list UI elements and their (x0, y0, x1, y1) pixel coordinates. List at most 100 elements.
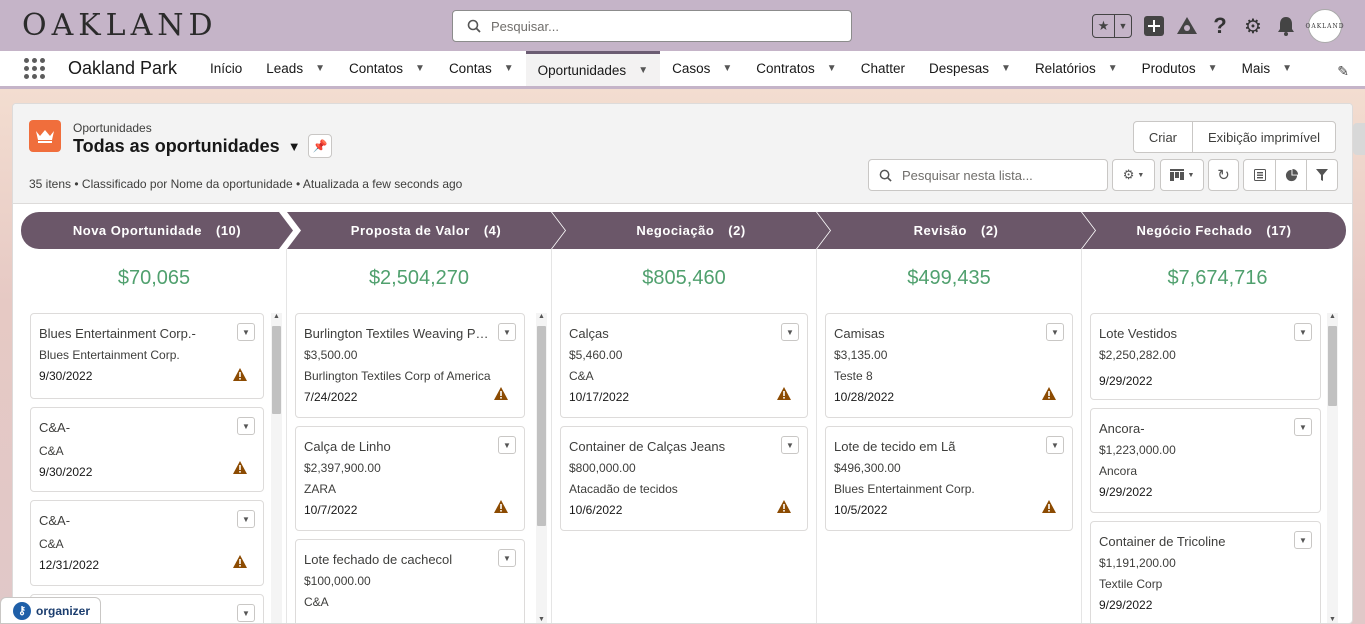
nav-item-relatorios[interactable]: Relatórios ▼ (1023, 51, 1130, 86)
chevron-down-icon[interactable]: ▼ (1046, 436, 1064, 454)
user-avatar[interactable]: OAKLAND (1305, 9, 1344, 43)
trailhead-icon[interactable] (1176, 15, 1198, 37)
nav-item-contratos[interactable]: Contratos ▼ (744, 51, 848, 86)
chevron-down-icon[interactable]: ▼ (237, 323, 255, 341)
stage-header[interactable]: Revisão (2) (817, 212, 1095, 249)
side-panel-handle[interactable] (1353, 123, 1365, 155)
column-scrollbar[interactable]: ▲ ▼ (536, 313, 547, 623)
card-title[interactable]: Lote de tecido em Lã (834, 439, 1019, 454)
opportunity-card[interactable]: Lote Vestidos $2,250,282.00 9/29/2022 ▼ (1090, 313, 1321, 400)
opportunity-card[interactable]: Burlington Textiles Weaving Pla... $3,50… (295, 313, 525, 418)
scroll-thumb[interactable] (1328, 326, 1337, 406)
scroll-up-icon[interactable]: ▲ (271, 313, 282, 320)
card-title[interactable]: Calças (569, 326, 754, 341)
opportunity-card[interactable]: Container de Tricoline $1,191,200.00 Tex… (1090, 521, 1321, 623)
card-title[interactable]: Calça de Linho (304, 439, 489, 454)
chart-pie-icon[interactable] (1275, 160, 1306, 190)
card-title[interactable]: C&A- (39, 513, 224, 528)
chevron-down-icon[interactable]: ▼ (498, 549, 516, 567)
stage-header[interactable]: Negócio Fechado (17) (1082, 212, 1346, 249)
app-launcher-icon[interactable] (24, 57, 46, 80)
chevron-down-icon[interactable]: ▼ (781, 436, 799, 454)
nav-item-inicio[interactable]: Início (198, 51, 254, 86)
opportunity-card[interactable]: Calças $5,460.00 C&A 10/17/2022 ▼ (560, 313, 808, 418)
caret-down-icon[interactable]: ▼ (288, 139, 301, 154)
stage-header[interactable]: Negociação (2) (552, 212, 830, 249)
favorites-button[interactable]: ★ ▼ (1092, 14, 1132, 38)
opportunity-card[interactable]: Container de Calças Jeans $800,000.00 At… (560, 426, 808, 531)
chevron-down-icon[interactable]: ▼ (1001, 63, 1011, 74)
card-title[interactable]: Camisas (834, 326, 1019, 341)
nav-item-contatos[interactable]: Contatos ▼ (337, 51, 437, 86)
scroll-down-icon[interactable]: ▼ (1327, 616, 1338, 623)
opportunity-card[interactable]: C&A- C&A 12/31/2022 ▼ (30, 500, 264, 586)
opportunity-card[interactable]: Camisas $3,135.00 Teste 8 10/28/2022 ▼ (825, 313, 1073, 418)
chevron-down-icon[interactable]: ▼ (1294, 418, 1312, 436)
caret-down-icon[interactable]: ▼ (1282, 63, 1292, 74)
opportunity-card[interactable]: Lote fechado de cachecol $100,000.00 C&A… (295, 539, 525, 623)
chevron-down-icon[interactable]: ▼ (237, 510, 255, 528)
chevron-down-icon[interactable]: ▼ (1294, 531, 1312, 549)
chevron-down-icon[interactable]: ▼ (722, 63, 732, 74)
org-logo[interactable]: OAKLAND (22, 8, 218, 43)
list-details-icon[interactable] (1244, 160, 1275, 190)
chevron-down-icon[interactable]: ▼ (237, 604, 255, 622)
nav-item-leads[interactable]: Leads ▼ (254, 51, 337, 86)
stage-header[interactable]: Proposta de Valor (4) (287, 212, 565, 249)
opportunity-card[interactable]: Blues Entertainment Corp.- Blues Enterta… (30, 313, 264, 399)
chevron-down-icon[interactable]: ▼ (1046, 323, 1064, 341)
chevron-down-icon[interactable]: ▼ (237, 417, 255, 435)
opportunity-card[interactable]: C&A- C&A 9/30/2022 ▼ (30, 407, 264, 492)
filter-icon[interactable] (1306, 160, 1337, 190)
nav-item-casos[interactable]: Casos ▼ (660, 51, 744, 86)
help-icon[interactable]: ? (1209, 13, 1231, 38)
chevron-down-icon[interactable]: ▼ (504, 63, 514, 74)
chevron-down-icon[interactable]: ▼ (1114, 15, 1131, 37)
column-scrollbar[interactable]: ▲ ▼ (1327, 313, 1338, 623)
gear-icon[interactable]: ⚙ (1242, 15, 1264, 38)
card-title[interactable]: Lote fechado de cachecol (304, 552, 489, 567)
edit-nav-pencil-icon[interactable]: ✎ (1337, 63, 1349, 80)
card-title[interactable]: Burlington Textiles Weaving Pla... (304, 326, 489, 341)
opportunity-card[interactable]: Calça de Linho $2,397,900.00 ZARA 10/7/2… (295, 426, 525, 531)
chevron-down-icon[interactable]: ▼ (315, 63, 325, 74)
card-title[interactable]: Blues Entertainment Corp.- (39, 326, 224, 341)
card-title[interactable]: Lote Vestidos (1099, 326, 1284, 341)
column-scrollbar[interactable]: ▲ (271, 313, 282, 623)
opportunity-card[interactable]: Lote de tecido em Lã $496,300.00 Blues E… (825, 426, 1073, 531)
card-title[interactable]: Container de Tricoline (1099, 534, 1284, 549)
chevron-down-icon[interactable]: ▼ (638, 65, 648, 76)
nav-item-despesas[interactable]: Despesas ▼ (917, 51, 1023, 86)
chevron-down-icon[interactable]: ▼ (415, 63, 425, 74)
scroll-down-icon[interactable]: ▼ (536, 616, 547, 623)
refresh-button[interactable]: ↻ (1208, 159, 1239, 191)
create-button[interactable]: Criar (1134, 122, 1192, 152)
global-create-icon[interactable] (1143, 15, 1165, 37)
chevron-down-icon[interactable]: ▼ (498, 323, 516, 341)
chevron-down-icon[interactable]: ▼ (1108, 63, 1118, 74)
chevron-down-icon[interactable]: ▼ (498, 436, 516, 454)
list-search-input[interactable]: Pesquisar nesta lista... (868, 159, 1108, 191)
scroll-thumb[interactable] (537, 326, 546, 526)
display-as-button[interactable]: ▼ (1160, 159, 1204, 191)
nav-item-produtos[interactable]: Produtos ▼ (1130, 51, 1230, 86)
scroll-up-icon[interactable]: ▲ (536, 313, 547, 320)
card-title[interactable]: Ancora- (1099, 421, 1284, 436)
scroll-thumb[interactable] (272, 326, 281, 414)
opportunity-card[interactable]: Ancora- $1,223,000.00 Ancora 9/29/2022 ▼ (1090, 408, 1321, 513)
star-icon[interactable]: ★ (1093, 15, 1114, 37)
chevron-down-icon[interactable]: ▼ (1294, 323, 1312, 341)
chevron-down-icon[interactable]: ▼ (781, 323, 799, 341)
bell-icon[interactable] (1275, 15, 1297, 37)
nav-item-contas[interactable]: Contas ▼ (437, 51, 526, 86)
scroll-up-icon[interactable]: ▲ (1327, 313, 1338, 320)
chevron-down-icon[interactable]: ▼ (827, 63, 837, 74)
nav-item-chatter[interactable]: Chatter (849, 51, 917, 86)
global-search-input[interactable]: Pesquisar... (452, 10, 852, 42)
card-title[interactable]: C&A- (39, 420, 224, 435)
pin-icon[interactable]: 📌 (308, 134, 332, 158)
list-settings-button[interactable]: ⚙ ▼ (1112, 159, 1155, 191)
chevron-down-icon[interactable]: ▼ (1208, 63, 1218, 74)
nav-item-oportunidades[interactable]: Oportunidades ▼ (525, 51, 661, 86)
card-title[interactable]: Container de Calças Jeans (569, 439, 754, 454)
